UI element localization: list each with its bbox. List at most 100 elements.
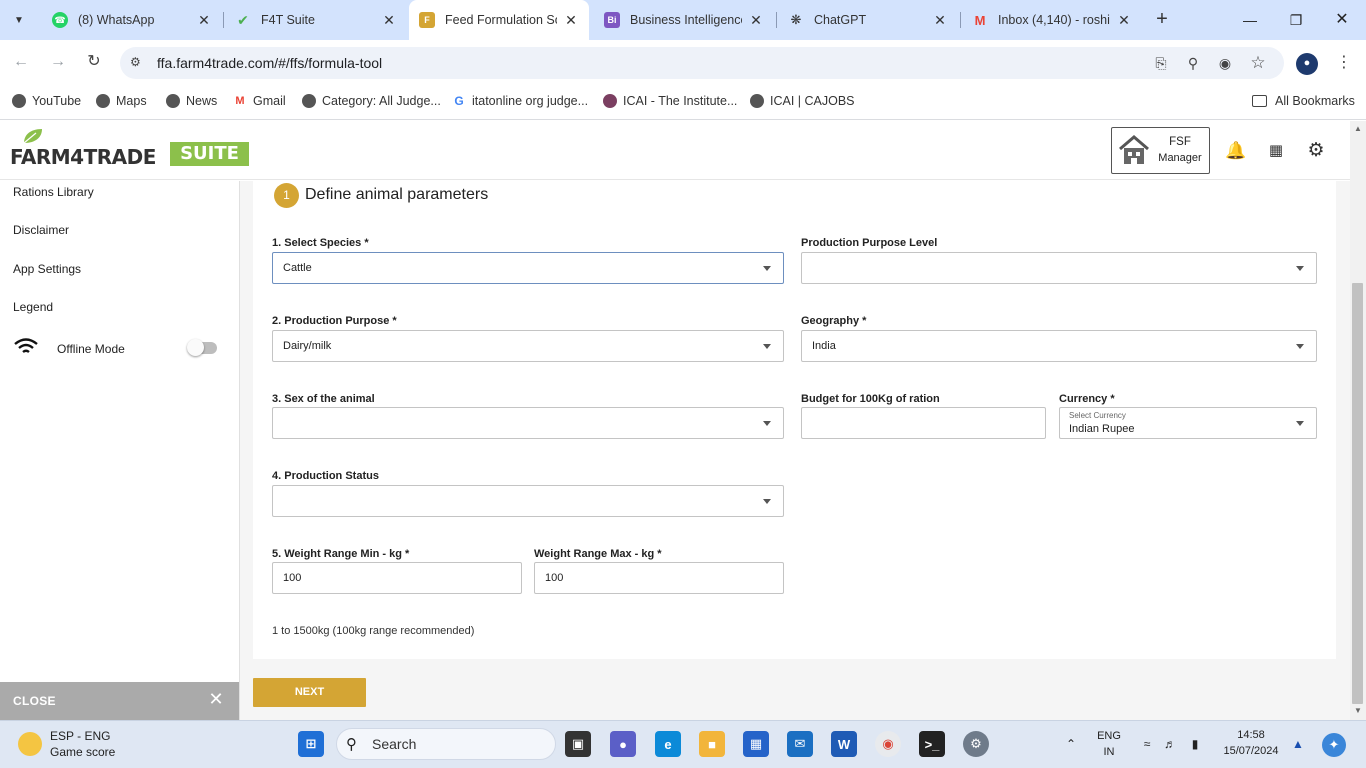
file-explorer-icon[interactable]: ■: [699, 731, 725, 757]
bookmark-icai-cajobs[interactable]: ICAI | CAJOBS: [750, 92, 855, 110]
logo-wordmark[interactable]: FARM4TRADE: [10, 145, 156, 169]
weight-max-label: Weight Range Max - kg *: [534, 548, 662, 560]
window-close-icon[interactable]: ✕: [1330, 8, 1354, 32]
weight-min-input[interactable]: 100: [272, 562, 522, 594]
chevron-up-icon[interactable]: ⌃: [1063, 736, 1079, 752]
sidebar-item-disclaimer[interactable]: Disclaimer: [13, 223, 69, 237]
bookmark-label: itatonline org judge...: [472, 94, 589, 108]
zoom-magnifier-icon[interactable]: ⚲: [1183, 53, 1203, 73]
tab-gmail-inbox[interactable]: M Inbox (4,140) - roshin ✕: [962, 0, 1142, 40]
copilot-icon[interactable]: ✦: [1322, 733, 1346, 757]
bookmark-maps[interactable]: Maps: [96, 92, 147, 110]
url-text[interactable]: ffa.farm4trade.com/#/ffs/formula-tool: [157, 55, 382, 71]
taskbar-search-box[interactable]: [336, 728, 556, 760]
bookmark-icai-institute[interactable]: ICAI - The Institute...: [603, 92, 737, 110]
production-status-select[interactable]: [272, 485, 784, 517]
tab-close-icon[interactable]: ✕: [932, 12, 948, 29]
battery-icon[interactable]: ▮: [1187, 736, 1203, 752]
volume-icon[interactable]: ♬: [1162, 736, 1178, 752]
edge-icon[interactable]: e: [655, 731, 681, 757]
settings-gear-icon[interactable]: ⚙: [963, 731, 989, 757]
terminal-icon[interactable]: >_: [919, 731, 945, 757]
back-arrow-icon[interactable]: ←: [10, 51, 32, 73]
currency-select[interactable]: Select Currency Indian Rupee: [1059, 407, 1317, 439]
dropdown-caret-icon: [763, 499, 771, 504]
widget-line2[interactable]: Game score: [50, 745, 115, 759]
globe-icon: [302, 94, 316, 108]
teams-chat-icon[interactable]: ●: [610, 731, 636, 757]
chrome-menu-icon[interactable]: ⋮: [1334, 53, 1354, 73]
reload-icon[interactable]: ↻: [83, 51, 105, 73]
input-language-line2[interactable]: IN: [1092, 746, 1126, 758]
weight-max-input[interactable]: 100: [534, 562, 784, 594]
restore-icon[interactable]: ❐: [1284, 8, 1308, 32]
production-purpose-select[interactable]: Dairy/milk: [272, 330, 784, 362]
notification-bell-icon[interactable]: ▲: [1290, 736, 1306, 752]
install-app-icon[interactable]: ⎘: [1151, 53, 1171, 73]
sidebar-item-legend[interactable]: Legend: [13, 300, 53, 314]
bookmark-star-icon[interactable]: ☆: [1248, 53, 1268, 73]
soccer-ball-icon[interactable]: [18, 732, 42, 756]
tab-feed-formulation[interactable]: F Feed Formulation Sof ✕: [409, 0, 589, 40]
scrollbar-thumb[interactable]: [1352, 283, 1363, 704]
new-tab-plus-icon[interactable]: +: [1152, 9, 1172, 30]
word-icon[interactable]: W: [831, 731, 857, 757]
close-icon[interactable]: ✕: [207, 690, 225, 708]
tab-close-icon[interactable]: ✕: [748, 12, 764, 29]
currency-placeholder: Select Currency: [1069, 411, 1126, 420]
tab-divider: [960, 12, 961, 28]
clock-time[interactable]: 14:58: [1218, 729, 1284, 741]
dropdown-caret-icon: [763, 266, 771, 271]
bookmark-news[interactable]: News: [166, 92, 217, 110]
tab-search-chevron-icon[interactable]: ▼: [8, 9, 30, 31]
scroll-down-arrow-icon[interactable]: ▼: [1353, 706, 1363, 716]
sidebar-item-app-settings[interactable]: App Settings: [13, 262, 81, 276]
clock-date[interactable]: 15/07/2024: [1214, 745, 1288, 757]
task-view-icon[interactable]: ▣: [565, 731, 591, 757]
tab-close-icon[interactable]: ✕: [563, 12, 579, 29]
windows-start-icon[interactable]: ⊞: [298, 731, 324, 757]
widget-line1[interactable]: ESP - ENG: [50, 729, 110, 743]
species-select[interactable]: Cattle: [272, 252, 784, 284]
sidebar-item-rations-library[interactable]: Rations Library: [13, 185, 94, 199]
tab-close-icon[interactable]: ✕: [196, 12, 212, 29]
store-icon[interactable]: ▦: [743, 731, 769, 757]
logo-suite-badge: SUITE: [170, 142, 249, 166]
bookmark-youtube[interactable]: YouTube: [12, 92, 81, 110]
tab-close-icon[interactable]: ✕: [381, 12, 397, 29]
bookmark-itatonline[interactable]: G itatonline org judge...: [452, 92, 588, 110]
sex-select[interactable]: [272, 407, 784, 439]
sidebar-close-label[interactable]: CLOSE: [13, 694, 56, 708]
production-purpose-level-select[interactable]: [801, 252, 1317, 284]
bi-icon: Bi: [604, 12, 620, 28]
input-language-line1[interactable]: ENG: [1092, 730, 1126, 742]
google-icon: G: [454, 94, 464, 108]
tab-chatgpt[interactable]: ❋ ChatGPT ✕: [778, 0, 958, 40]
tab-close-icon[interactable]: ✕: [1116, 12, 1132, 29]
bell-icon[interactable]: 🔔: [1225, 140, 1247, 162]
bookmark-category-judgements[interactable]: Category: All Judge...: [302, 92, 441, 110]
wifi-icon: [14, 338, 38, 353]
apps-grid-icon[interactable]: ▦: [1265, 140, 1287, 162]
scroll-up-arrow-icon[interactable]: ▲: [1353, 124, 1363, 134]
production-status-label: 4. Production Status: [272, 470, 379, 482]
minimize-icon[interactable]: —: [1238, 8, 1262, 32]
offline-mode-toggle[interactable]: [187, 339, 217, 356]
budget-input[interactable]: [801, 407, 1046, 439]
tab-f4t-suite[interactable]: ✔ F4T Suite ✕: [225, 0, 407, 40]
profile-avatar[interactable]: ●: [1296, 53, 1318, 75]
eye-slash-icon[interactable]: ◉: [1215, 53, 1235, 73]
site-info-tune-icon[interactable]: ⚙: [130, 55, 146, 71]
gear-icon[interactable]: ⚙: [1305, 140, 1327, 162]
bookmark-gmail[interactable]: M Gmail: [233, 92, 285, 110]
geography-select[interactable]: India: [801, 330, 1317, 362]
wifi-tray-icon[interactable]: ≈: [1139, 736, 1155, 752]
tab-business-intelligence[interactable]: Bi Business Intelligence ✕: [594, 0, 774, 40]
tab-whatsapp[interactable]: ☎ (8) WhatsApp ✕: [42, 0, 222, 40]
all-bookmarks-button[interactable]: All Bookmarks: [1252, 92, 1355, 110]
tab-title: ChatGPT: [814, 13, 867, 27]
chrome-icon[interactable]: ◉: [875, 731, 901, 757]
mail-icon[interactable]: ✉: [787, 731, 813, 757]
next-button[interactable]: NEXT: [253, 678, 366, 707]
forward-arrow-icon[interactable]: →: [47, 51, 69, 73]
